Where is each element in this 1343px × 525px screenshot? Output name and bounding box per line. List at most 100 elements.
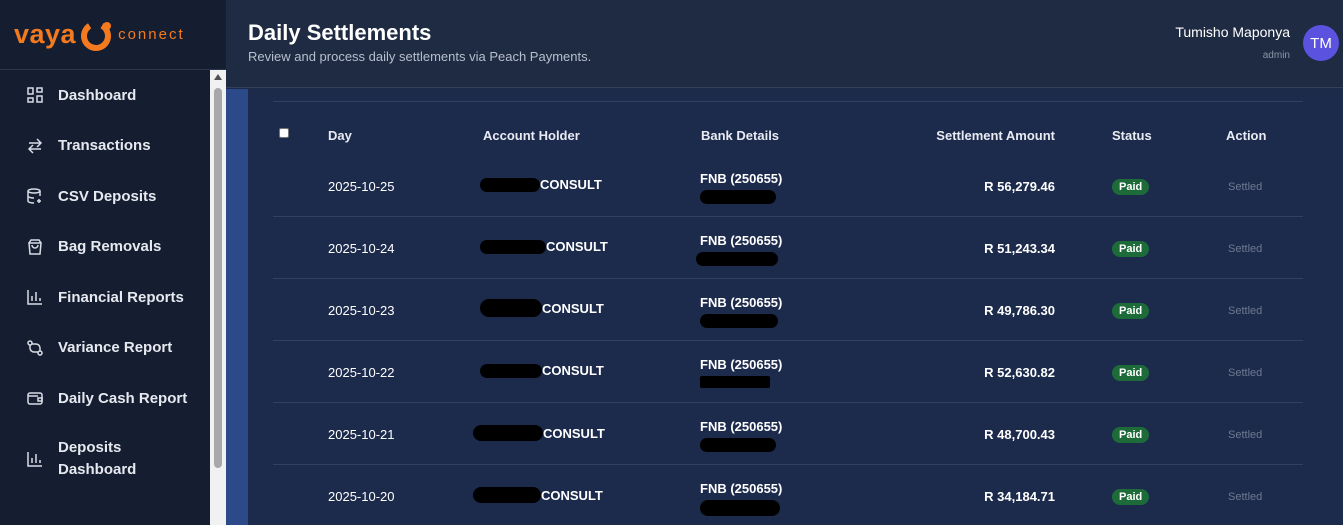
wallet-icon (26, 389, 44, 407)
sidebar-item-deposits-dashboard[interactable]: Deposits Dashboard (0, 424, 210, 494)
sidebar-item-label: Dashboard (58, 86, 137, 104)
dashboard-grid-icon (26, 86, 44, 104)
row-settlement-amount: R 34,184.71 (984, 489, 1055, 504)
column-header-status[interactable]: Status (1112, 128, 1152, 143)
row-day: 2025-10-23 (328, 303, 395, 318)
sidebar-item-label: Transactions (58, 137, 151, 155)
row-account-holder-text: CONSULT (543, 425, 605, 441)
row-bank-details: FNB (250655) (700, 171, 782, 204)
sidebar-item-dashboard[interactable]: Dashboard (0, 70, 210, 121)
vaya-connect-logo[interactable]: vaya connect (14, 17, 185, 53)
row-action: Settled (1228, 305, 1263, 317)
column-header-settlement-amount[interactable]: Settlement Amount (808, 128, 1055, 143)
row-bank-details: FNB (250655) (696, 233, 783, 266)
row-settlement-amount: R 52,630.82 (984, 365, 1055, 380)
page-header: Daily Settlements Review and process dai… (226, 0, 1343, 88)
row-day: 2025-10-20 (328, 489, 395, 504)
table-row[interactable]: 2025-10-22 CONSULT FNB (250655) R 52,630… (273, 341, 1303, 403)
row-day: 2025-10-21 (328, 427, 395, 442)
column-header-bank-details[interactable]: Bank Details (701, 128, 779, 143)
sidebar-item-transactions[interactable]: Transactions (0, 121, 210, 172)
redaction-mark (473, 487, 541, 503)
column-header-day[interactable]: Day (328, 128, 352, 143)
redaction-mark (480, 177, 540, 192)
sidebar-item-label: CSV Deposits (58, 187, 157, 205)
sidebar-item-label: Deposits Dashboard (58, 438, 137, 478)
row-bank-details: FNB (250655) (700, 481, 782, 516)
sidebar-item-variance-report[interactable]: Variance Report (0, 323, 210, 374)
status-badge: Paid (1112, 427, 1150, 443)
bar-chart-icon (26, 450, 44, 468)
row-action: Settled (1228, 429, 1263, 441)
sidebar-nav: Dashboard Transactions CSV Deposits Bag … (0, 70, 210, 525)
brand-area: vaya connect (0, 0, 226, 70)
sidebar-item-daily-cash-report[interactable]: Daily Cash Report (0, 373, 210, 424)
row-bank-details: FNB (250655) (700, 295, 782, 328)
status-badge: Paid (1112, 241, 1150, 257)
table-row[interactable]: 2025-10-25 CONSULT FNB (250655) R 56,279… (273, 155, 1303, 217)
sidebar-item-label: Financial Reports (58, 288, 184, 306)
settlements-table-card: Day Account Holder Bank Details Settleme… (248, 89, 1343, 525)
logo-suffix: connect (118, 26, 185, 43)
row-account-holder: CONSULT (480, 363, 604, 378)
row-settlement-amount: R 56,279.46 (984, 179, 1055, 194)
select-all-checkbox[interactable] (279, 128, 289, 138)
row-day: 2025-10-22 (328, 365, 395, 380)
sidebar-item-financial-reports[interactable]: Financial Reports (0, 272, 210, 323)
page-title: Daily Settlements (248, 20, 432, 45)
row-action: Settled (1228, 243, 1263, 255)
table-row[interactable]: 2025-10-21 CONSULT FNB (250655) R 48,700… (273, 403, 1303, 465)
redaction-mark (480, 363, 542, 378)
redaction-mark (700, 314, 778, 328)
table-row[interactable]: 2025-10-24 CONSULT FNB (250655) R 51,243… (273, 217, 1303, 279)
row-settlement-amount: R 49,786.30 (984, 303, 1055, 318)
scroll-up-arrow-icon[interactable] (214, 74, 222, 80)
row-account-holder: CONSULT (480, 299, 604, 317)
row-account-holder-text: CONSULT (542, 363, 604, 378)
status-badge: Paid (1112, 179, 1150, 195)
sidebar-item-label: Daily Cash Report (58, 389, 188, 407)
sidebar: vaya connect Dashboard Transactions CSV … (0, 0, 226, 525)
sidebar-scrollbar[interactable] (210, 70, 226, 525)
main-content: Day Account Holder Bank Details Settleme… (226, 89, 1343, 525)
scrollbar-thumb[interactable] (214, 88, 222, 468)
redaction-mark (480, 299, 542, 317)
row-account-holder: CONSULT (473, 425, 605, 441)
avatar[interactable]: TM (1303, 25, 1339, 61)
row-account-holder-text: CONSULT (541, 487, 603, 503)
sidebar-item-label: Variance Report (58, 339, 173, 357)
row-bank-name: FNB (250655) (700, 233, 783, 248)
column-header-action[interactable]: Action (1226, 128, 1266, 143)
row-account-holder: CONSULT (480, 177, 602, 192)
column-header-account-holder[interactable]: Account Holder (483, 128, 580, 143)
status-badge: Paid (1112, 489, 1150, 505)
redaction-mark (700, 376, 770, 388)
row-day: 2025-10-25 (328, 179, 395, 194)
sidebar-item-label: Bag Removals (58, 238, 162, 256)
shopping-bag-icon (26, 238, 44, 256)
redaction-mark (480, 239, 546, 254)
user-name: Tumisho Maponya (1175, 24, 1290, 40)
row-account-holder: CONSULT (480, 239, 608, 254)
status-badge: Paid (1112, 303, 1150, 319)
row-day: 2025-10-24 (328, 241, 395, 256)
user-role: admin (1262, 50, 1290, 61)
row-account-holder-text: CONSULT (542, 300, 604, 316)
row-action: Settled (1228, 181, 1263, 193)
row-bank-name: FNB (250655) (700, 419, 783, 434)
table-row[interactable]: 2025-10-23 CONSULT FNB (250655) R 49,786… (273, 279, 1303, 341)
table-row[interactable]: 2025-10-20 CONSULT FNB (250655) R 34,184… (273, 465, 1303, 525)
redaction-mark (700, 438, 776, 452)
arrows-swap-icon (26, 137, 44, 155)
row-account-holder-text: CONSULT (540, 177, 602, 192)
sidebar-item-bag-removals[interactable]: Bag Removals (0, 222, 210, 273)
row-bank-details: FNB (250655) (700, 419, 782, 452)
row-bank-name: FNB (250655) (700, 295, 783, 310)
page-subtitle: Review and process daily settlements via… (248, 49, 592, 64)
sidebar-item-csv-deposits[interactable]: CSV Deposits (0, 171, 210, 222)
divider (273, 101, 1303, 102)
redaction-mark (700, 190, 776, 204)
logo-mark-icon (81, 20, 112, 51)
row-settlement-amount: R 48,700.43 (984, 427, 1055, 442)
row-bank-details: FNB (250655) (700, 357, 782, 388)
